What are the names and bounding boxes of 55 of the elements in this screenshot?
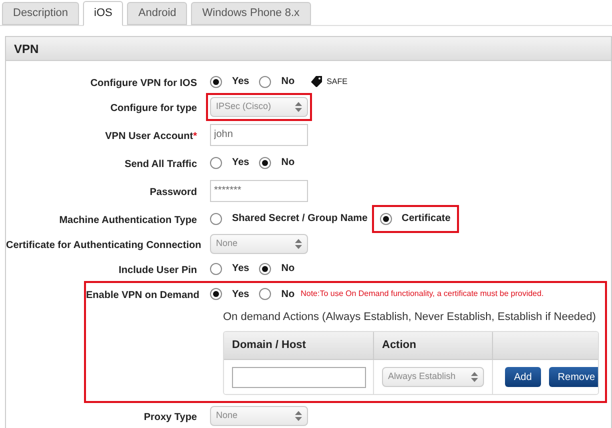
option-label: Yes xyxy=(232,262,250,276)
option-label: Yes xyxy=(232,156,250,170)
radio-button[interactable] xyxy=(210,262,222,274)
text-field[interactable]: ******* xyxy=(210,180,308,202)
action-button[interactable]: Remove xyxy=(548,367,598,387)
radio-button[interactable] xyxy=(259,262,272,274)
up-down-icon xyxy=(295,410,302,420)
column-header: Domain / Host xyxy=(232,338,306,354)
field-label: Send All Traffic xyxy=(124,158,197,170)
tag-label: SAFE xyxy=(326,76,348,88)
radio-button[interactable] xyxy=(210,76,222,88)
tag-icon xyxy=(310,76,322,87)
radio-button[interactable] xyxy=(210,156,222,168)
note-text: Note:To use On Demand functionality, a certificate must be provided. xyxy=(300,288,544,300)
dropdown[interactable]: None xyxy=(210,406,308,426)
caption-text: On demand Actions (Always Establish, Never Establish, Establish if Needed) xyxy=(223,310,597,325)
domain-field[interactable] xyxy=(232,366,366,388)
option-label: No xyxy=(281,288,295,302)
radio-button[interactable] xyxy=(259,76,272,88)
option-label: No xyxy=(281,156,295,170)
option-label: Yes xyxy=(232,75,250,89)
tab[interactable]: iOS xyxy=(83,1,124,26)
field-label: Include User Pin xyxy=(118,264,197,276)
required-mark: * xyxy=(193,130,197,142)
option-label: No xyxy=(281,262,295,276)
up-down-icon xyxy=(471,372,478,382)
radio-button[interactable] xyxy=(380,212,392,224)
option-label: Certificate xyxy=(402,212,451,226)
option-label: No xyxy=(281,75,295,89)
tab[interactable]: Description xyxy=(2,2,80,25)
section-header: VPN xyxy=(6,37,611,61)
radio-button[interactable] xyxy=(210,212,222,224)
radio-button[interactable] xyxy=(259,288,272,300)
tab[interactable]: Android xyxy=(127,2,188,25)
up-down-icon xyxy=(295,238,302,248)
field-label: Proxy Type xyxy=(144,412,197,422)
text-field[interactable]: john xyxy=(210,124,308,146)
dropdown[interactable]: Always Establish xyxy=(382,367,484,387)
field-label: Certificate for Authenticating Connection xyxy=(6,240,202,250)
field-label: Password xyxy=(150,186,197,198)
dropdown[interactable]: None xyxy=(210,234,308,254)
radio-button[interactable] xyxy=(259,156,272,168)
option-label: Yes xyxy=(232,288,250,302)
action-button[interactable]: Add xyxy=(505,367,541,387)
dropdown[interactable]: IPSec (Cisco) xyxy=(210,96,308,116)
option-label: Shared Secret / Group Name xyxy=(232,212,368,226)
field-label: Configure VPN for IOS xyxy=(90,78,197,88)
field-label: Enable VPN on Demand xyxy=(86,290,200,301)
field-label: VPN User Account xyxy=(105,130,194,142)
radio-button[interactable] xyxy=(210,288,222,300)
up-down-icon xyxy=(295,102,302,112)
field-label: Configure for type xyxy=(110,102,197,114)
field-label: Machine Authentication Type xyxy=(59,214,197,226)
column-header: Action xyxy=(382,338,416,354)
tab[interactable]: Windows Phone 8.x xyxy=(191,2,311,25)
